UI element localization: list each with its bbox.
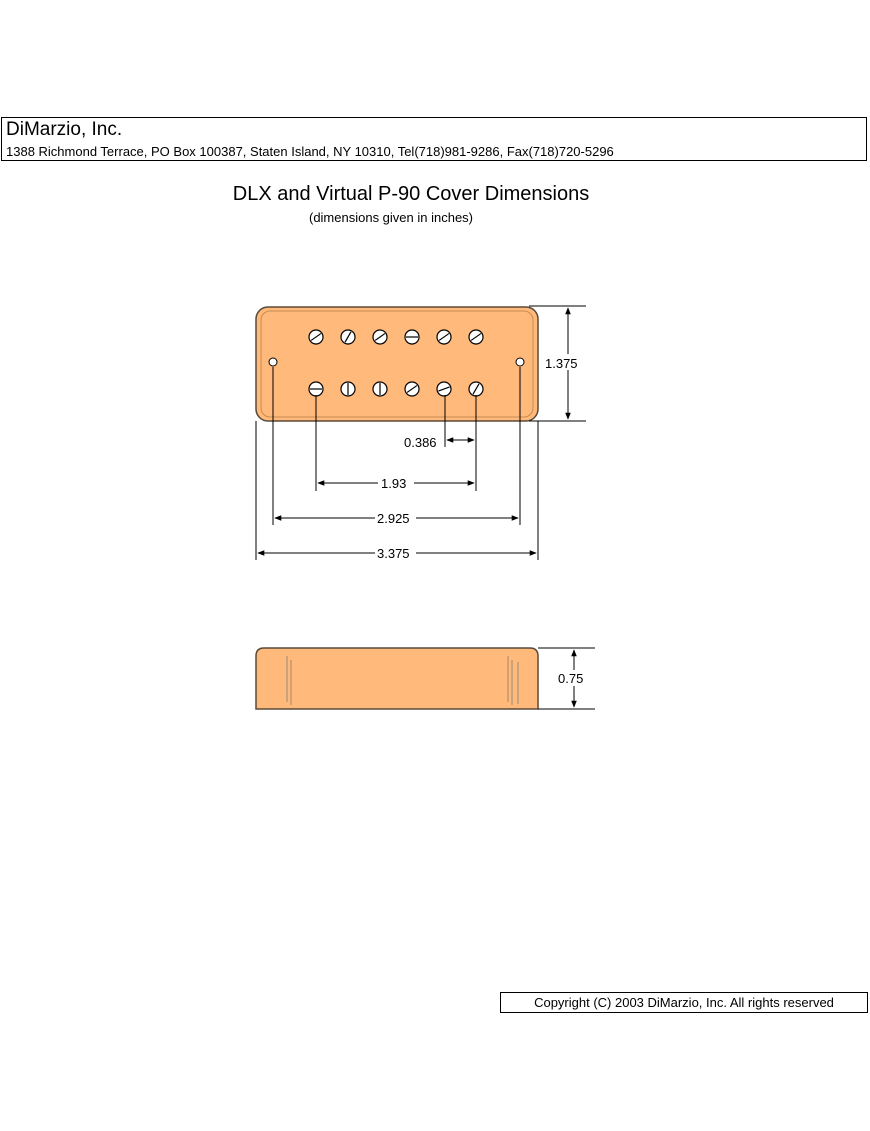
- pole-piece-top-6: [468, 329, 484, 345]
- pole-piece-bottom-1: [308, 381, 324, 397]
- pole-piece-top-3: [372, 329, 388, 345]
- height-label: 1.375: [545, 356, 578, 371]
- cover-top-outline: [255, 306, 539, 422]
- mount-spacing-label: 2.925: [377, 511, 410, 526]
- mount-hole-right: [515, 357, 525, 367]
- pole-piece-bottom-6: [468, 381, 484, 397]
- pole-piece-bottom-3: [372, 381, 388, 397]
- pole-spacing-label: 0.386: [404, 435, 437, 450]
- side-view: [255, 647, 539, 710]
- mount-hole-left: [268, 357, 278, 367]
- cover-side-outline: [255, 647, 539, 710]
- pole-piece-top-1: [308, 329, 324, 345]
- pole-span-label: 1.93: [381, 476, 406, 491]
- pole-piece-bottom-5: [436, 381, 452, 397]
- depth-label: 0.75: [558, 671, 583, 686]
- pole-piece-bottom-4: [404, 381, 420, 397]
- top-view: [255, 306, 539, 422]
- copyright-notice: Copyright (C) 2003 DiMarzio, Inc. All ri…: [500, 992, 868, 1013]
- length-label: 3.375: [377, 546, 410, 561]
- cover-diagram: 1.375 0.386 1.93 2.925 3.375 0.75: [255, 305, 595, 710]
- pole-piece-bottom-2: [340, 381, 356, 397]
- pole-piece-top-5: [436, 329, 452, 345]
- pole-piece-top-4: [404, 329, 420, 345]
- pole-piece-top-2: [340, 329, 356, 345]
